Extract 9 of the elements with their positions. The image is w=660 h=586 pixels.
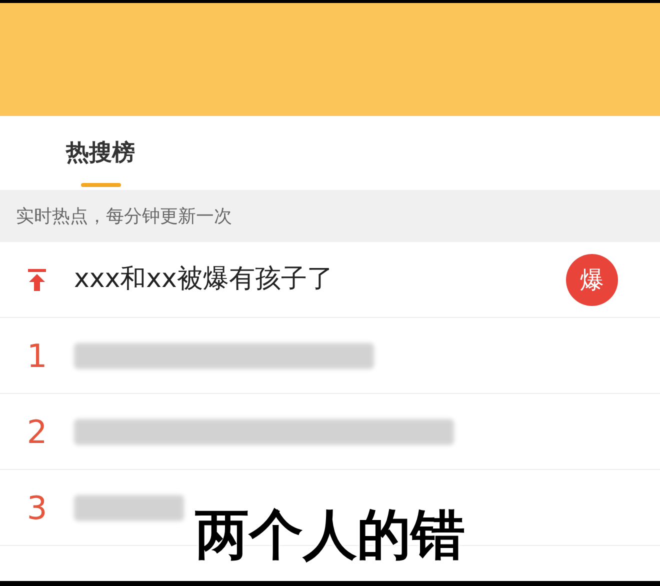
rank-number: 3 — [26, 488, 48, 528]
notice-text: 实时热点，每分钟更新一次 — [16, 204, 232, 228]
pin-to-top-icon — [27, 268, 47, 290]
video-caption: 两个人的错 — [195, 508, 465, 562]
hot-search-title: xxx和xx被爆有孩子了 — [74, 263, 333, 296]
rank-number: 2 — [26, 412, 48, 452]
rank-number: 1 — [26, 336, 48, 376]
hot-badge: 爆 — [566, 254, 618, 306]
tab[interactable]: 热搜榜 — [66, 116, 135, 190]
